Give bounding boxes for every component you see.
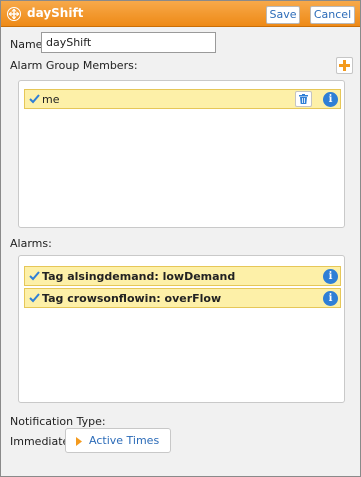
alarms-label: Alarms: — [10, 237, 52, 250]
alarm-group-dialog: dayShift Save Cancel Name: Alarm Group M… — [0, 0, 361, 477]
alarm-name: Tag alsingdemand: lowDemand — [42, 270, 236, 283]
plus-icon — [339, 60, 350, 71]
member-info-button[interactable]: i — [323, 92, 338, 107]
dialog-titlebar[interactable]: dayShift Save Cancel — [1, 1, 360, 27]
move-handle-icon[interactable] — [7, 7, 21, 21]
active-times-button[interactable]: Active Times — [65, 428, 171, 453]
cancel-button[interactable]: Cancel — [310, 6, 355, 24]
members-list: me i — [18, 80, 345, 228]
info-icon: i — [328, 293, 333, 304]
checkmark-icon[interactable] — [29, 94, 40, 107]
notification-type-value: Immediate — [10, 435, 70, 448]
member-name: me — [42, 93, 60, 106]
list-item[interactable]: me i — [24, 89, 341, 109]
alarms-list: Tag alsingdemand: lowDemand i Tag crowso… — [18, 255, 345, 403]
alarm-info-button[interactable]: i — [323, 269, 338, 284]
add-member-button[interactable] — [336, 57, 353, 74]
alarm-group-members-label: Alarm Group Members: — [10, 59, 138, 72]
list-item[interactable]: Tag alsingdemand: lowDemand i — [24, 266, 341, 286]
notification-type-label: Notification Type: — [10, 415, 106, 428]
alarm-name: Tag crowsonflowin: overFlow — [42, 292, 222, 305]
save-button[interactable]: Save — [266, 6, 300, 24]
triangle-right-icon — [76, 436, 82, 449]
name-input[interactable] — [41, 32, 216, 53]
dialog-title: dayShift — [27, 6, 84, 20]
delete-member-button[interactable] — [295, 91, 312, 107]
alarm-info-button[interactable]: i — [323, 291, 338, 306]
trash-icon — [299, 94, 308, 104]
info-icon: i — [328, 271, 333, 282]
checkmark-icon[interactable] — [29, 271, 40, 284]
info-icon: i — [328, 94, 333, 105]
list-item[interactable]: Tag crowsonflowin: overFlow i — [24, 288, 341, 308]
checkmark-icon[interactable] — [29, 293, 40, 306]
active-times-label: Active Times — [89, 434, 160, 447]
